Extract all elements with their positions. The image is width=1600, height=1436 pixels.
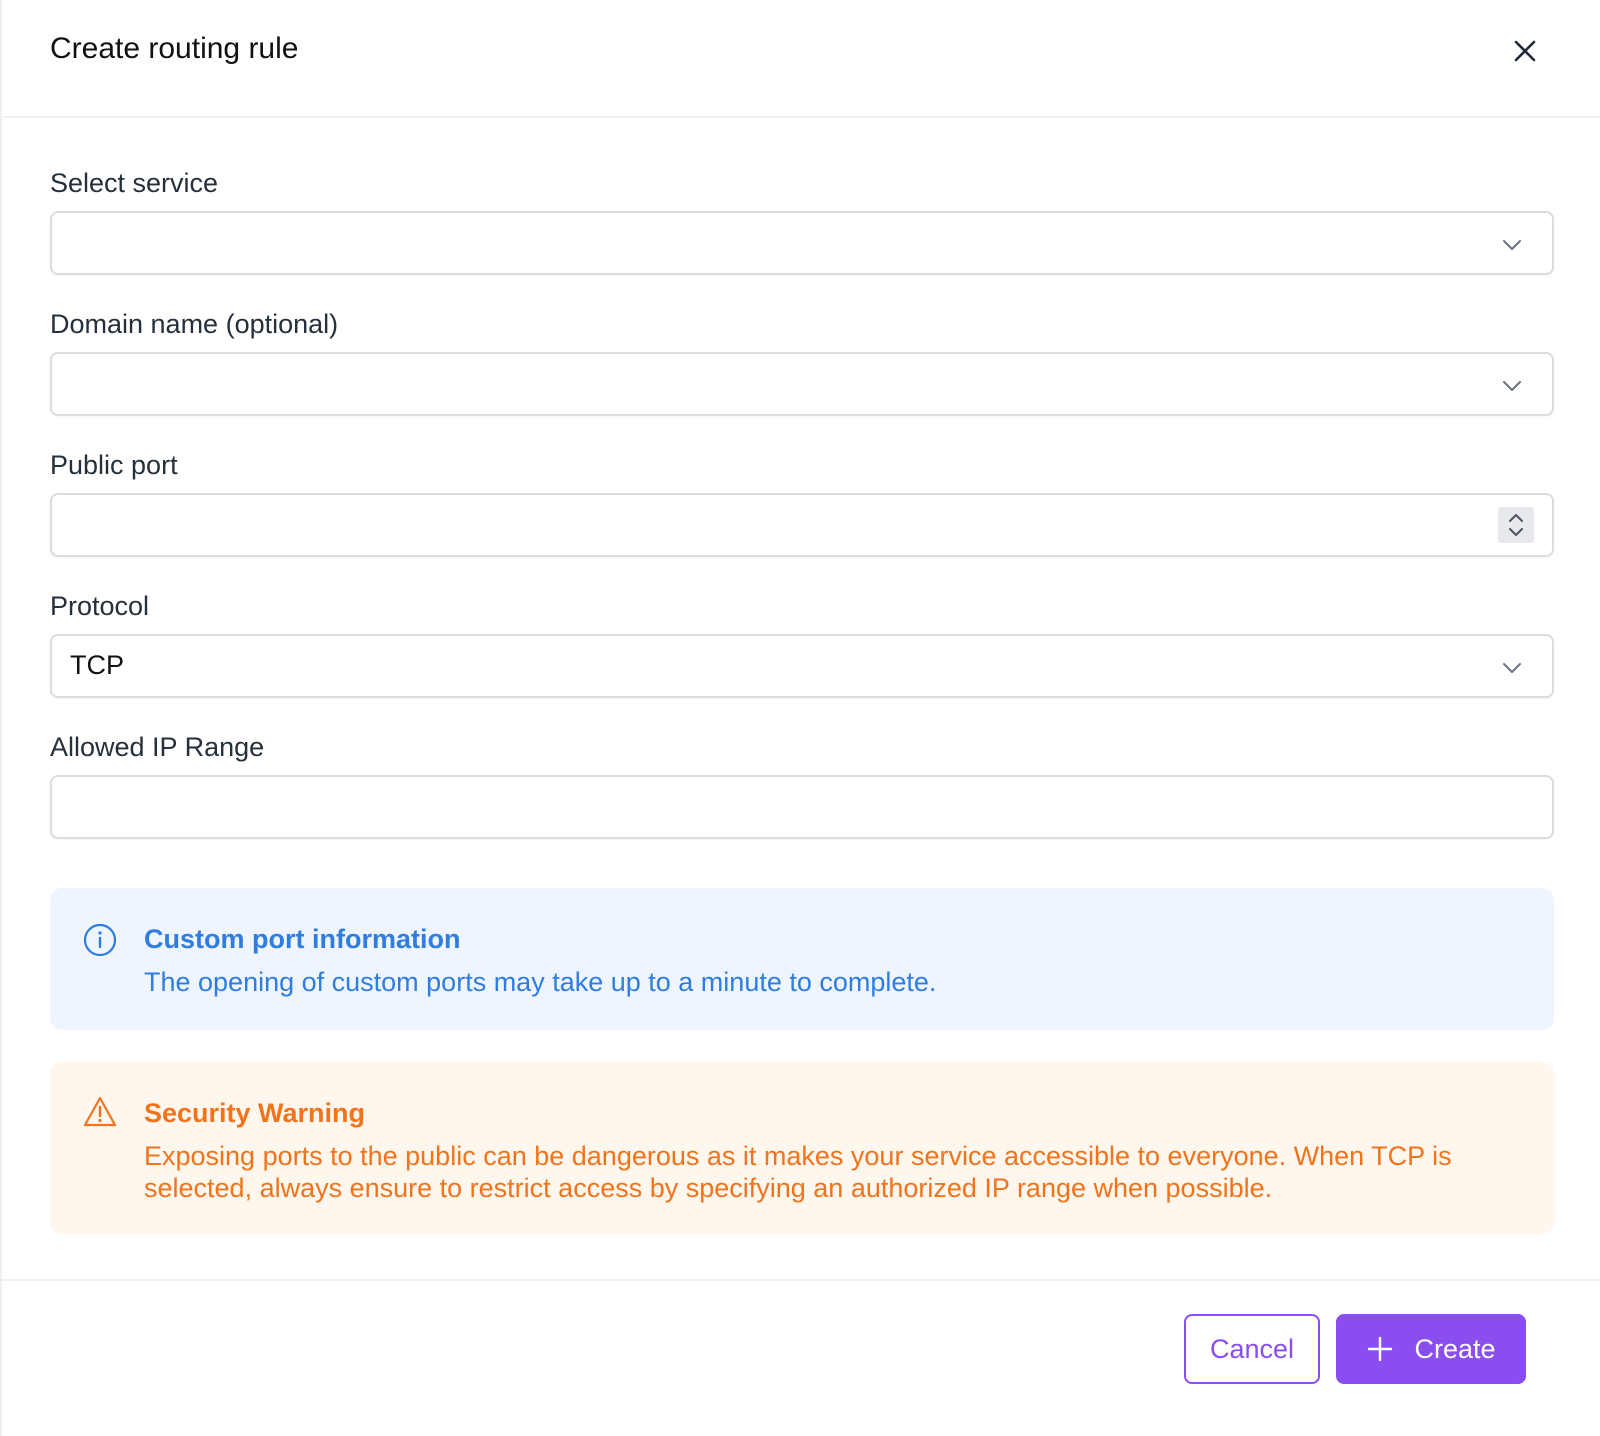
service-select[interactable] <box>50 211 1554 275</box>
close-icon <box>1514 40 1536 62</box>
port-input-wrapper <box>50 493 1554 557</box>
protocol-label: Protocol <box>50 591 150 621</box>
warning-alert-text: Exposing ports to the public can be dang… <box>144 1141 1452 1203</box>
service-label: Select service <box>50 168 219 198</box>
dialog-footer: Cancel Create <box>2 1279 1600 1436</box>
plus-icon <box>1368 1336 1393 1362</box>
info-circle-icon <box>83 923 117 957</box>
cancel-button[interactable]: Cancel <box>1184 1314 1320 1384</box>
warning-alert-title: Security Warning <box>144 1098 366 1128</box>
close-button[interactable] <box>1510 36 1540 66</box>
port-label: Public port <box>50 450 178 480</box>
port-input[interactable] <box>52 495 1552 555</box>
dialog-header: Create routing rule <box>2 0 1600 118</box>
domain-select[interactable] <box>50 352 1554 416</box>
warning-triangle-icon <box>83 1096 117 1127</box>
security-warning-alert: Security Warning Exposing ports to the p… <box>50 1062 1554 1234</box>
port-stepper[interactable] <box>1498 507 1534 543</box>
stepper-arrows-icon <box>1509 514 1523 536</box>
routing-rule-dialog: Create routing rule Select service Domai… <box>0 0 1600 1436</box>
info-alert-text: The opening of custom ports may take up … <box>144 967 937 997</box>
chevron-down-icon <box>1503 240 1521 250</box>
ip-range-wrapper <box>50 775 1554 839</box>
dialog-title: Create routing rule <box>50 32 299 65</box>
chevron-down-icon <box>1503 381 1521 391</box>
ip-range-input[interactable] <box>52 777 1552 837</box>
domain-label: Domain name (optional) <box>50 309 339 339</box>
protocol-select-value: TCP <box>70 650 124 680</box>
create-button[interactable]: Create <box>1336 1314 1526 1384</box>
protocol-select[interactable]: TCP <box>50 634 1554 698</box>
chevron-down-icon <box>1503 663 1521 673</box>
info-alert: Custom port information The opening of c… <box>50 888 1554 1030</box>
info-alert-title: Custom port information <box>144 924 461 954</box>
ip-range-label: Allowed IP Range <box>50 732 265 762</box>
create-button-label: Create <box>1414 1333 1496 1364</box>
